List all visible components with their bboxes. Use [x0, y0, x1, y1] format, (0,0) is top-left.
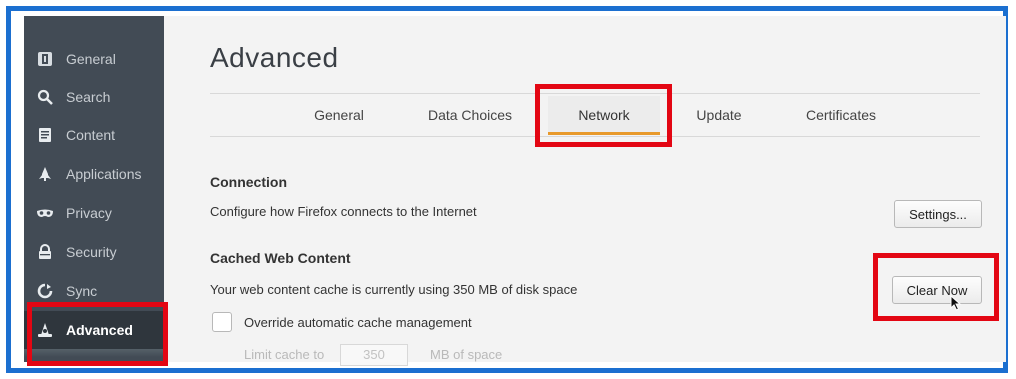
tab-certificates[interactable]: Certificates — [786, 96, 896, 134]
sidebar-item-label: Content — [66, 127, 116, 143]
sidebar-item-general[interactable]: General — [24, 40, 164, 78]
sidebar-item-label: Applications — [66, 166, 142, 182]
advanced-highlight — [27, 302, 168, 366]
general-icon — [36, 50, 54, 68]
limit-cache-unit: MB of space — [430, 347, 503, 362]
cache-heading: Cached Web Content — [210, 250, 351, 266]
sidebar-item-label: General — [66, 51, 116, 67]
tab-general[interactable]: General — [296, 96, 382, 134]
privacy-mask-icon — [36, 204, 54, 222]
sidebar-item-label: Privacy — [66, 205, 112, 221]
cache-description: Your web content cache is currently usin… — [210, 282, 578, 297]
search-icon — [36, 88, 54, 106]
content-icon — [36, 126, 54, 144]
sidebar-item-search[interactable]: Search — [24, 78, 164, 116]
sync-icon — [36, 282, 54, 300]
limit-cache-input[interactable]: 350 — [340, 344, 408, 366]
sidebar-item-label: Security — [66, 244, 117, 260]
network-tab-highlight — [535, 84, 672, 147]
override-cache-label: Override automatic cache management — [244, 315, 472, 330]
clear-now-highlight — [873, 253, 999, 321]
sidebar-item-label: Search — [66, 89, 111, 105]
sidebar-item-label: Sync — [66, 283, 98, 299]
tab-update[interactable]: Update — [684, 96, 754, 134]
settings-button[interactable]: Settings... — [894, 200, 982, 228]
sidebar-item-applications[interactable]: Applications — [24, 155, 164, 193]
lock-icon — [36, 243, 54, 261]
sidebar-item-security[interactable]: Security — [24, 233, 164, 271]
connection-heading: Connection — [210, 174, 287, 190]
mouse-cursor-icon — [950, 295, 962, 311]
applications-icon — [36, 165, 54, 183]
connection-description: Configure how Firefox connects to the In… — [210, 204, 477, 219]
sidebar-item-content[interactable]: Content — [24, 116, 164, 154]
tab-data-choices[interactable]: Data Choices — [414, 96, 526, 134]
sidebar-item-privacy[interactable]: Privacy — [24, 194, 164, 232]
override-cache-checkbox[interactable] — [212, 312, 232, 332]
limit-cache-label: Limit cache to — [244, 347, 325, 362]
page-title: Advanced — [210, 42, 339, 73]
